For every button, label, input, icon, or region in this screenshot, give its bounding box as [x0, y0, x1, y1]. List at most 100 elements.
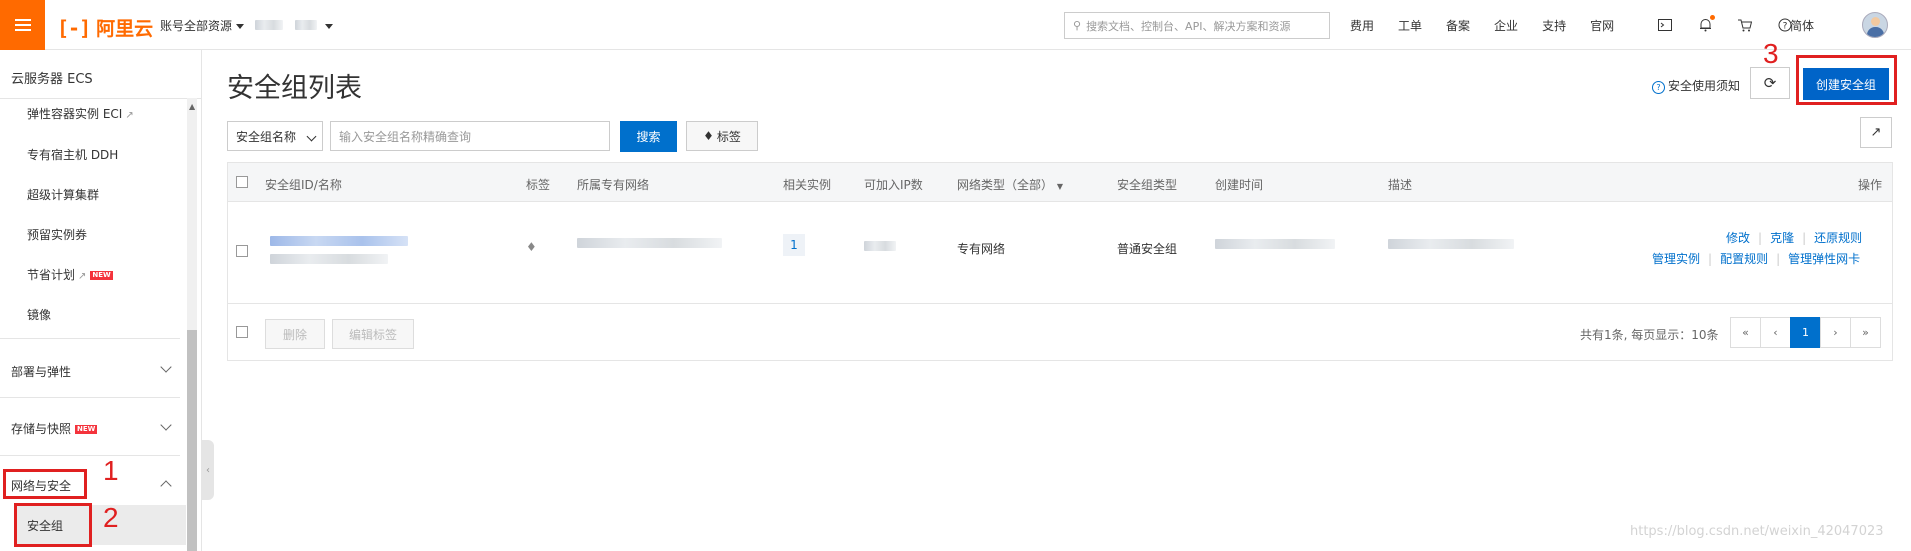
filter-dropdown-icon: ▼ [1056, 182, 1063, 191]
refresh-icon: ⟳ [1763, 74, 1777, 92]
configure-rules-action[interactable]: 配置规则 [1720, 252, 1768, 266]
pagination-info: 共有1条, 每页显示：10条 [1580, 328, 1719, 342]
column-header-id-name: 安全组ID/名称 [265, 178, 342, 192]
tag-icon: ♦ [703, 129, 714, 143]
network-type-value: 专有网络 [957, 242, 1006, 256]
cart-icon[interactable] [1734, 15, 1756, 35]
sidebar-group-storage[interactable]: 存储与快照 NEW [11, 420, 98, 437]
network-type-label: 网络类型（全部） [957, 178, 1054, 192]
last-page-button[interactable]: » [1850, 317, 1881, 348]
sidebar-divider [0, 98, 202, 99]
row-checkbox[interactable] [236, 245, 248, 257]
create-security-group-button[interactable]: 创建安全组 [1803, 68, 1889, 100]
annotation-number-1: 1 [103, 455, 119, 486]
column-header-group-type: 安全组类型 [1117, 178, 1178, 192]
language-switch[interactable]: 简体 [1790, 17, 1814, 34]
menu-toggle-button[interactable] [0, 0, 45, 50]
sidebar-title: 云服务器 ECS [11, 72, 93, 87]
vpc-id-link[interactable] [577, 237, 722, 251]
search-placeholder: 搜索文档、控制台、API、解决方案和资源 [1086, 19, 1291, 33]
export-button[interactable]: ↗ [1860, 117, 1892, 148]
security-group-name-input[interactable]: 输入安全组名称精确查询 [330, 121, 610, 151]
column-header-available-ips: 可加入IP数 [864, 178, 923, 192]
sidebar-item-ddh[interactable]: 专有宿主机 DDH [27, 146, 118, 163]
table-header: 安全组ID/名称 标签 所属专有网络 相关实例 可加入IP数 网络类型（全部） … [228, 163, 1892, 202]
sidebar-item-label: 节省计划 [27, 268, 76, 282]
watermark: https://blog.csdn.net/weixin_42047023 [1630, 524, 1884, 539]
nav-link-enterprise[interactable]: 企业 [1494, 17, 1518, 34]
annotation-box-1 [3, 469, 87, 499]
nav-link-icp[interactable]: 备案 [1446, 17, 1470, 34]
restore-rules-action[interactable]: 还原规则 [1814, 231, 1862, 245]
search-icon: ⚲ [1073, 19, 1082, 32]
nav-link-website[interactable]: 官网 [1590, 17, 1614, 34]
first-page-button[interactable]: « [1730, 317, 1761, 348]
sidebar-item-images[interactable]: 镜像 [27, 306, 51, 323]
related-instances-count[interactable]: 1 [783, 234, 805, 256]
bell-icon[interactable] [1694, 15, 1716, 35]
table-footer: 删除 编辑标签 共有1条, 每页显示：10条 « ‹ 1 › » [228, 304, 1892, 361]
top-navbar: [-] 阿里云 账号全部资源 ⚲ 搜索文档、控制台、API、解决方案和资源 费用… [0, 0, 1911, 50]
sidebar-separator [0, 455, 180, 456]
account-label: 账号全部资源 [160, 19, 233, 33]
security-group-id-link[interactable] [270, 235, 408, 249]
delete-button[interactable]: 删除 [265, 319, 325, 349]
logo-text: 阿里云 [96, 18, 154, 40]
tag-filter-button[interactable]: ♦ 标签 [686, 121, 758, 151]
nav-link-tickets[interactable]: 工单 [1398, 17, 1422, 34]
top-nav-links: 费用 工单 备案 企业 支持 官网 [1350, 17, 1638, 34]
user-avatar[interactable] [1862, 12, 1888, 38]
column-header-vpc: 所属专有网络 [577, 178, 650, 192]
sidebar-item-supercomputing[interactable]: 超级计算集群 [27, 186, 99, 203]
filter-select-value: 安全组名称 [236, 129, 297, 144]
terminal-icon[interactable] [1654, 15, 1676, 35]
filter-field-select[interactable]: 安全组名称 [227, 121, 323, 151]
security-group-table: 安全组ID/名称 标签 所属专有网络 相关实例 可加入IP数 网络类型（全部） … [227, 162, 1893, 361]
tag-icon[interactable]: ♦ [526, 240, 537, 254]
edit-tags-button[interactable]: 编辑标签 [332, 319, 414, 349]
region-selector[interactable] [255, 19, 333, 33]
sidebar-item-reserved-instances[interactable]: 预留实例券 [27, 226, 87, 243]
column-header-tags: 标签 [526, 178, 551, 192]
manage-instances-action[interactable]: 管理实例 [1652, 252, 1700, 266]
sidebar-group-deployment[interactable]: 部署与弹性 [11, 363, 71, 380]
security-notice-link[interactable]: ? 安全使用须知 [1652, 77, 1740, 94]
sidebar-scrollbar-thumb[interactable] [187, 330, 197, 551]
hamburger-icon [14, 19, 31, 31]
sidebar-separator [0, 397, 180, 398]
question-icon: ? [1652, 81, 1665, 94]
account-resources-dropdown[interactable]: 账号全部资源 [160, 17, 245, 34]
row-actions-line-1: 修改 | 克隆 | 还原规则 [1726, 231, 1863, 245]
next-page-button[interactable]: › [1820, 317, 1851, 348]
select-all-checkbox[interactable] [236, 176, 248, 188]
security-group-name [270, 253, 388, 267]
created-time-value [1215, 238, 1335, 252]
column-header-network-type[interactable]: 网络类型（全部） ▼ [957, 176, 1063, 193]
global-search-input[interactable]: ⚲ 搜索文档、控制台、API、解决方案和资源 [1064, 12, 1330, 39]
sidebar-item-savings-plan[interactable]: 节省计划 ↗ NEW [27, 266, 113, 283]
modify-action[interactable]: 修改 [1726, 231, 1750, 245]
sidebar-collapse-handle[interactable]: ‹ [202, 440, 214, 500]
redacted-text [294, 20, 317, 30]
manage-eni-action[interactable]: 管理弹性网卡 [1788, 252, 1860, 266]
nav-link-support[interactable]: 支持 [1542, 17, 1566, 34]
search-button[interactable]: 搜索 [620, 121, 677, 152]
footer-select-all-checkbox[interactable] [236, 326, 248, 338]
row-actions-line-2: 管理实例 | 配置规则 | 管理弹性网卡 [1652, 252, 1861, 266]
clone-action[interactable]: 克隆 [1770, 231, 1794, 245]
nav-link-billing[interactable]: 费用 [1350, 17, 1374, 34]
chevron-down-icon [236, 24, 245, 29]
tag-button-label: 标签 [716, 129, 741, 144]
logo-mark-icon: [-] [57, 15, 91, 40]
page-button-current[interactable]: 1 [1790, 317, 1821, 348]
page-title: 安全组列表 [227, 73, 362, 104]
refresh-button[interactable]: ⟳ [1750, 67, 1790, 99]
scroll-up-icon[interactable]: ▲ [189, 102, 195, 111]
column-header-description: 描述 [1388, 178, 1413, 192]
sidebar-item-eci[interactable]: 弹性容器实例 ECI ↗ [27, 105, 134, 122]
annotation-number-3: 3 [1763, 38, 1779, 69]
group-type-value: 普通安全组 [1117, 242, 1178, 256]
prev-page-button[interactable]: ‹ [1760, 317, 1791, 348]
column-header-related-instances: 相关实例 [783, 178, 832, 192]
aliyun-logo[interactable]: [-] 阿里云 [57, 14, 153, 41]
